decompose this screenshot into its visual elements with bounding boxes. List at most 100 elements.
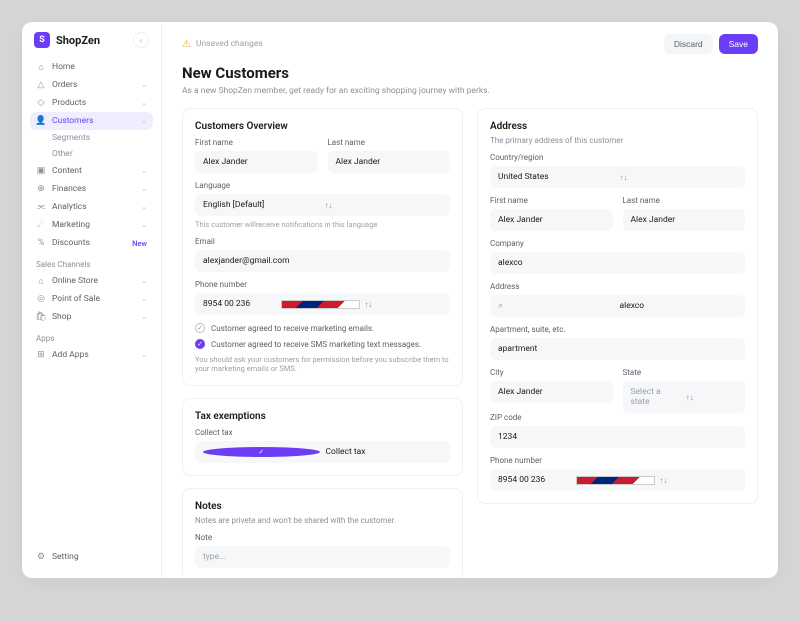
state-label: State	[623, 368, 746, 377]
email-label: Email	[195, 237, 450, 246]
consent-email-row[interactable]: ✓ Customer agreed to receive marketing e…	[195, 323, 450, 333]
store-icon: ⌂	[36, 276, 46, 286]
sidebar-item-label: Orders	[52, 80, 77, 90]
sidebar-item-label: Content	[52, 166, 82, 176]
page-title: New Customers	[182, 64, 758, 82]
select-arrows-icon: ↑↓	[620, 173, 738, 182]
sidebar-sub-other[interactable]: Other	[30, 146, 153, 162]
check-circle-fill-icon: ✓	[195, 339, 205, 349]
chevron-down-icon: ⌄	[141, 313, 147, 321]
select-arrows-icon: ↑↓	[364, 300, 442, 309]
uk-flag-icon	[281, 300, 361, 309]
sidebar-item-marketing[interactable]: ☄ Marketing ⌄	[30, 216, 153, 234]
state-select[interactable]: Select a state↑↓	[623, 381, 746, 413]
pos-icon: ◎	[36, 294, 46, 304]
sidebar-item-customers[interactable]: 👤Customers⌄	[30, 112, 153, 130]
addr-last-name-input[interactable]: Alex Jander	[623, 209, 746, 231]
sidebar-item-orders[interactable]: △Orders⌄	[30, 76, 153, 94]
addr-last-name-label: Last name	[623, 196, 746, 205]
check-circle-fill-icon: ✓	[203, 447, 320, 457]
sidebar-item-label: Add Apps	[52, 350, 89, 360]
email-input[interactable]: alexjander@gmail.com	[195, 250, 450, 272]
country-select[interactable]: United States↑↓	[490, 166, 745, 188]
sidebar: S ShopZen ‹ ⌂Home △Orders⌄ ◇Products⌄ 👤C…	[22, 22, 162, 578]
consent-hint: You should ask your customers for permis…	[195, 355, 450, 373]
right-column: Address The primary address of this cust…	[477, 108, 758, 504]
check-circle-outline-icon: ✓	[195, 323, 205, 333]
marketing-icon: ☄	[36, 220, 46, 230]
sidebar-item-label: Setting	[52, 552, 79, 562]
card-subtitle: Notes are privete and won't be shared wi…	[195, 516, 450, 525]
company-input[interactable]: alexco	[490, 252, 745, 274]
chevron-down-icon: ⌄	[141, 277, 147, 285]
select-arrows-icon: ↑↓	[686, 393, 737, 402]
chevron-down-icon: ⌄	[141, 221, 147, 229]
shop-icon: 🛍	[36, 312, 46, 322]
country-label: Country/region	[490, 153, 745, 162]
apartment-input[interactable]: apartment	[490, 338, 745, 360]
sidebar-item-label: Point of Sale	[52, 294, 100, 304]
chevron-down-icon: ⌄	[141, 167, 147, 175]
discard-button[interactable]: Discard	[664, 34, 713, 54]
collect-tax-label: Collect tax	[195, 428, 450, 437]
sidebar-item-label: Online Store	[52, 276, 98, 286]
chevron-down-icon: ⌄	[141, 185, 147, 193]
save-button[interactable]: Save	[719, 34, 758, 54]
sidebar-collapse-button[interactable]: ‹	[133, 32, 149, 48]
addr-phone-input[interactable]: 8954 00 236↑↓	[490, 469, 745, 491]
new-badge: New	[132, 239, 147, 248]
note-input[interactable]: type...	[195, 546, 450, 568]
collect-tax-toggle[interactable]: ✓ Collect tax	[195, 441, 450, 463]
page-subtitle: As a new ShopZen member, get ready for a…	[182, 86, 758, 96]
sidebar-item-label: Home	[52, 62, 75, 72]
language-select[interactable]: English [Default]↑↓	[195, 194, 450, 216]
sidebar-item-discounts[interactable]: %DiscountsNew	[30, 234, 153, 252]
chevron-down-icon: ⌄	[141, 117, 147, 125]
sidebar-item-online-store[interactable]: ⌂ Online Store ⌄	[30, 272, 153, 290]
first-name-label: First name	[195, 138, 318, 147]
finances-icon: ⊕	[36, 184, 46, 194]
chevron-down-icon: ⌄	[141, 351, 147, 359]
warning-icon: ⚠	[182, 39, 191, 50]
consent-email-text: Customer agreed to receive marketing ema…	[211, 324, 374, 333]
city-input[interactable]: Alex Jander	[490, 381, 613, 403]
last-name-input[interactable]: Alex Jander	[328, 151, 451, 173]
city-label: City	[490, 368, 613, 377]
content-columns: Customers Overview First name Alex Jande…	[182, 108, 758, 578]
tax-exemptions-card: Tax exemptions Collect tax ✓ Collect tax	[182, 398, 463, 476]
sidebar-item-products[interactable]: ◇Products⌄	[30, 94, 153, 112]
sidebar-item-shop[interactable]: 🛍Shop⌄	[30, 308, 153, 326]
sidebar-item-pos[interactable]: ◎ Point of Sale ⌄	[30, 290, 153, 308]
last-name-label: Last name	[328, 138, 451, 147]
customers-overview-card: Customers Overview First name Alex Jande…	[182, 108, 463, 386]
sidebar-item-add-apps[interactable]: ⊞ Add Apps ⌄	[30, 346, 153, 364]
sidebar-item-label: Marketing	[52, 220, 90, 230]
addr-first-name-label: First name	[490, 196, 613, 205]
addr-first-name-input[interactable]: Alex Jander	[490, 209, 613, 231]
home-icon: ⌂	[36, 62, 46, 72]
add-apps-icon: ⊞	[36, 350, 46, 360]
zip-input[interactable]: 1234	[490, 426, 745, 448]
sidebar-item-label: Customers	[52, 116, 93, 126]
consent-sms-row[interactable]: ✓ Customer agreed to receive SMS marketi…	[195, 339, 450, 349]
sidebar-footer: ⚙Setting	[22, 546, 161, 568]
address-card: Address The primary address of this cust…	[477, 108, 758, 504]
sidebar-item-analytics[interactable]: ⫘Analytics⌄	[30, 198, 153, 216]
sidebar-item-finances[interactable]: ⊕Finances⌄	[30, 180, 153, 198]
sidebar-sub-segments[interactable]: Segments	[30, 130, 153, 146]
left-column: Customers Overview First name Alex Jande…	[182, 108, 463, 578]
address-input[interactable]: ⌕alexco	[490, 295, 745, 317]
address-label: Address	[490, 282, 745, 291]
first-name-input[interactable]: Alex Jander	[195, 151, 318, 173]
sidebar-nav: ⌂Home △Orders⌄ ◇Products⌄ 👤Customers⌄ Se…	[22, 58, 161, 546]
uk-flag-icon	[576, 476, 656, 485]
sidebar-item-home[interactable]: ⌂ Home	[30, 58, 153, 76]
chevron-down-icon: ⌄	[141, 295, 147, 303]
sidebar-item-setting[interactable]: ⚙Setting	[36, 552, 147, 562]
select-arrows-icon: ↑↓	[659, 476, 737, 485]
brand-logo: S	[34, 32, 50, 48]
sidebar-item-content[interactable]: ▣Content⌄	[30, 162, 153, 180]
phone-input[interactable]: 8954 00 236↑↓	[195, 293, 450, 315]
card-subtitle: The primary address of this customer	[490, 136, 745, 145]
sidebar-item-label: Discounts	[52, 238, 90, 248]
